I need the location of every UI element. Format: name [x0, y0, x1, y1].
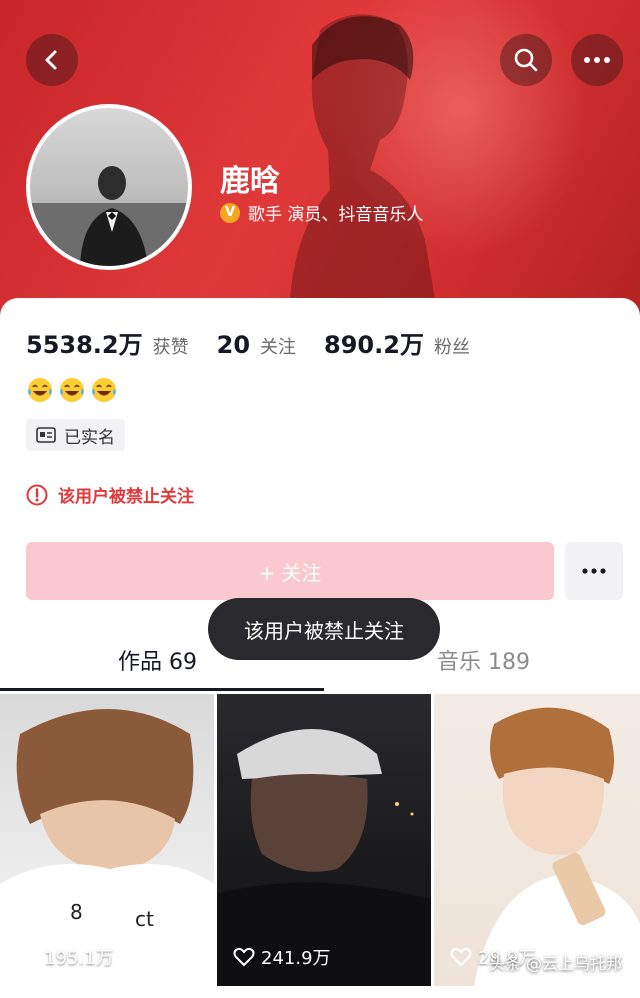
- toast-message: 该用户被禁止关注: [208, 598, 440, 660]
- followers-label[interactable]: 粉丝: [434, 333, 470, 359]
- heart-icon: [233, 947, 255, 967]
- video-thumbnail[interactable]: 8 ct 195.1万: [0, 694, 214, 986]
- video-likes-count: 241.9万: [261, 948, 331, 969]
- realname-tag: 已实名: [26, 419, 125, 451]
- tab-works[interactable]: 作品 69: [118, 644, 197, 676]
- realname-label: 已实名: [64, 427, 115, 448]
- following-count[interactable]: 20: [217, 331, 250, 359]
- bio-emojis: [26, 376, 118, 404]
- followers-count[interactable]: 890.2万: [324, 325, 424, 360]
- follow-button[interactable]: + 关注: [26, 542, 554, 600]
- verified-title-row: V 歌手 演员、抖音音乐人: [220, 200, 423, 225]
- video-thumbnail[interactable]: 241.9万: [217, 694, 431, 986]
- avatar-image: [30, 108, 188, 266]
- heart-icon: [450, 947, 472, 967]
- likes-count: 5538.2万: [26, 331, 143, 359]
- video-thumbnail[interactable]: 28.9万: [434, 694, 640, 986]
- more-actions-button[interactable]: [565, 542, 623, 600]
- verified-title: 歌手 演员、抖音音乐人: [248, 205, 424, 225]
- following-label[interactable]: 关注: [260, 333, 296, 359]
- warning-icon: [26, 484, 48, 505]
- tab-music[interactable]: 音乐 189: [437, 644, 530, 676]
- video-likes: 195.1万: [16, 944, 114, 970]
- search-icon: [514, 48, 538, 72]
- video-cover-image: [217, 729, 431, 986]
- more-options-button[interactable]: [571, 34, 623, 86]
- video-cover-image: [474, 707, 640, 986]
- svg-text:ct: ct: [135, 907, 154, 931]
- video-likes: 241.9万: [233, 944, 331, 970]
- watermark: 头条 @云上乌托邦: [488, 954, 622, 973]
- video-grid: 8 ct 195.1万 241.9万 28.9万 头条 @云上乌托邦: [0, 694, 640, 986]
- profile-stats: 5538.2万 获赞 20 关注 890.2万 粉丝: [26, 325, 498, 360]
- video-likes-count: 195.1万: [44, 948, 114, 969]
- laughing-tears-icon: [60, 378, 84, 402]
- likes-label: 获赞: [152, 337, 189, 358]
- search-button[interactable]: [500, 34, 552, 86]
- heart-icon: [16, 947, 38, 967]
- back-icon: [45, 50, 57, 70]
- banned-notice: 该用户被禁止关注: [26, 482, 194, 507]
- tab-active-indicator: [0, 688, 324, 691]
- id-card-icon: [36, 427, 56, 443]
- back-button[interactable]: [26, 34, 78, 86]
- avatar[interactable]: [26, 104, 192, 270]
- banned-notice-text: 该用户被禁止关注: [58, 487, 194, 507]
- laughing-tears-icon: [28, 378, 52, 402]
- verified-badge-icon: V: [220, 202, 240, 223]
- video-cover-image: 8 ct: [0, 709, 214, 986]
- header-background-photo: [290, 14, 435, 300]
- laughing-tears-icon: [92, 378, 116, 402]
- svg-text:8: 8: [70, 900, 83, 924]
- profile-name: 鹿晗: [220, 164, 280, 199]
- more-icon: [582, 568, 606, 574]
- more-icon: [584, 57, 610, 63]
